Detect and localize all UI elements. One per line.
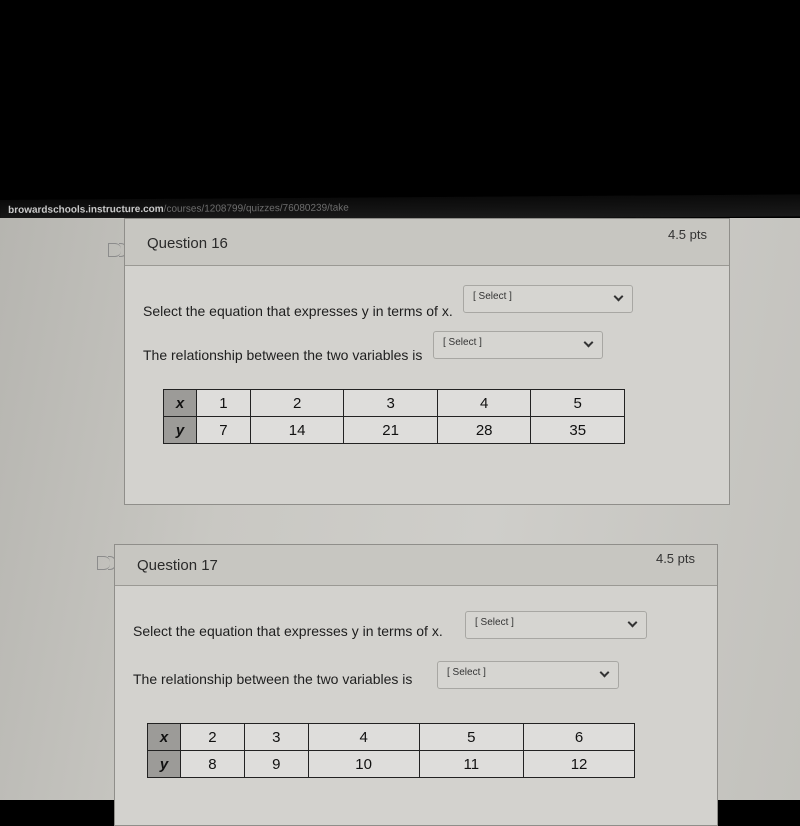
question-header: Question 16 4.5 pts: [125, 219, 729, 266]
x-cell: 5: [418, 723, 525, 751]
x-cell: 5: [530, 389, 625, 417]
x-cell: 1: [196, 389, 251, 417]
xy-table: x 2 3 4 5 6 y 8 9 10 11 12: [147, 723, 635, 778]
equation-select[interactable]: [ Select ]: [463, 285, 633, 313]
table-row-y: y 7 14 21 28 35: [163, 416, 625, 444]
y-cell: 10: [307, 750, 420, 778]
flag-question-icon[interactable]: [97, 555, 116, 570]
x-cell: 3: [243, 723, 309, 751]
x-cell: 4: [436, 389, 532, 417]
y-cell: 28: [436, 416, 532, 444]
y-cell: 35: [530, 416, 625, 444]
select-value: [ Select ]: [473, 291, 512, 302]
y-cell: 14: [249, 416, 345, 444]
relationship-select[interactable]: [ Select ]: [437, 661, 619, 689]
quiz-page: Question 16 4.5 pts Select the equation …: [0, 218, 800, 826]
x-cell: 4: [307, 723, 420, 751]
question-header: Question 17 4.5 pts: [115, 545, 717, 586]
y-label: y: [163, 416, 197, 444]
equation-select[interactable]: [ Select ]: [465, 611, 647, 639]
x-cell: 2: [180, 723, 245, 751]
x-label: x: [147, 723, 181, 751]
url-path: /courses/1208799/quizzes/76080239/take: [163, 202, 349, 215]
y-cell: 12: [523, 750, 635, 778]
relationship-select[interactable]: [ Select ]: [433, 331, 603, 359]
question-points: 4.5 pts: [655, 551, 695, 566]
y-cell: 7: [196, 416, 251, 444]
xy-table: x 1 2 3 4 5 y 7 14 21 28 35: [163, 389, 625, 444]
y-label: y: [147, 750, 181, 778]
relationship-prompt: The relationship between the two variabl…: [143, 347, 423, 363]
question-title: Question 17: [137, 557, 218, 574]
url[interactable]: browardschools.instructure.com/courses/1…: [8, 203, 349, 216]
select-value: [ Select ]: [475, 617, 514, 628]
equation-prompt: Select the equation that expresses y in …: [133, 623, 443, 639]
table-row-y: y 8 9 10 11 12: [147, 750, 635, 778]
x-cell: 2: [249, 389, 345, 417]
screen-bezel: [0, 0, 800, 200]
question-17: Question 17 4.5 pts Select the equation …: [114, 544, 718, 826]
equation-prompt: Select the equation that expresses y in …: [143, 303, 453, 319]
chevron-down-icon: [627, 617, 638, 628]
table-row-x: x 2 3 4 5 6: [147, 723, 635, 751]
question-points: 4.5 pts: [667, 227, 707, 242]
select-value: [ Select ]: [447, 667, 486, 678]
y-cell: 9: [243, 750, 309, 778]
y-cell: 8: [180, 750, 245, 778]
x-label: x: [163, 389, 197, 417]
y-cell: 11: [418, 750, 525, 778]
chevron-down-icon: [599, 667, 610, 678]
x-cell: 6: [523, 723, 635, 751]
question-16: Question 16 4.5 pts Select the equation …: [124, 218, 730, 505]
flag-question-icon[interactable]: [108, 242, 127, 257]
question-title: Question 16: [147, 235, 228, 252]
table-row-x: x 1 2 3 4 5: [163, 389, 625, 417]
url-domain: browardschools.instructure.com: [8, 203, 164, 216]
select-value: [ Select ]: [443, 337, 482, 348]
chevron-down-icon: [613, 291, 624, 302]
relationship-prompt: The relationship between the two variabl…: [133, 671, 413, 687]
y-cell: 21: [343, 416, 438, 444]
x-cell: 3: [343, 389, 438, 417]
chevron-down-icon: [583, 337, 594, 348]
